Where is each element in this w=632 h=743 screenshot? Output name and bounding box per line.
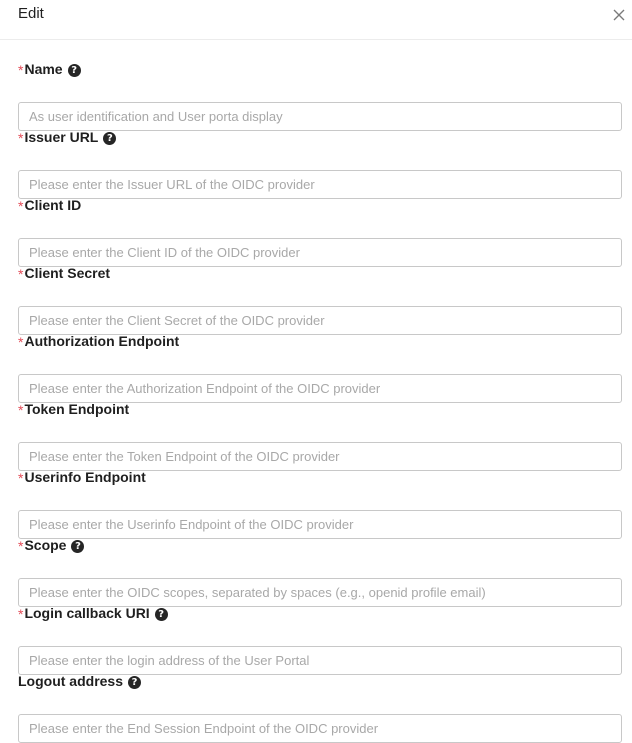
required-marker: * xyxy=(18,198,24,214)
question-circle-icon[interactable] xyxy=(67,63,81,77)
close-icon[interactable] xyxy=(610,6,628,24)
issuer-url-input[interactable] xyxy=(18,170,622,199)
field-label: Login callback URI xyxy=(24,605,150,621)
field-login-callback-uri: * Login callback URI xyxy=(0,604,632,675)
required-marker: * xyxy=(18,130,24,146)
authorization-endpoint-input[interactable] xyxy=(18,374,622,403)
question-circle-icon[interactable] xyxy=(128,675,142,689)
logout-address-input[interactable] xyxy=(18,714,622,743)
field-label: Scope xyxy=(24,537,67,553)
login-callback-uri-input[interactable] xyxy=(18,646,622,675)
field-label: Authorization Endpoint xyxy=(24,333,180,349)
required-marker: * xyxy=(18,606,24,622)
scope-input[interactable] xyxy=(18,578,622,607)
field-label: Client Secret xyxy=(24,265,111,281)
required-marker: * xyxy=(18,334,24,350)
dialog-title: Edit xyxy=(18,5,44,22)
dialog-header: Edit xyxy=(0,0,632,40)
question-circle-icon[interactable] xyxy=(71,539,85,553)
required-marker: * xyxy=(18,402,24,418)
required-marker: * xyxy=(18,538,24,554)
field-authorization-endpoint: * Authorization Endpoint xyxy=(0,332,632,403)
field-issuer-url: * Issuer URL xyxy=(0,128,632,199)
field-label: Issuer URL xyxy=(24,129,99,145)
field-label: Token Endpoint xyxy=(24,401,130,417)
field-label: Name xyxy=(24,61,63,77)
required-marker: * xyxy=(18,470,24,486)
field-client-id: * Client ID xyxy=(0,196,632,267)
edit-dialog: Edit * Name * Issuer URL xyxy=(0,0,632,743)
field-token-endpoint: * Token Endpoint xyxy=(0,400,632,471)
required-marker: * xyxy=(18,62,24,78)
token-endpoint-input[interactable] xyxy=(18,442,622,471)
field-userinfo-endpoint: * Userinfo Endpoint xyxy=(0,468,632,539)
field-client-secret: * Client Secret xyxy=(0,264,632,335)
question-circle-icon[interactable] xyxy=(154,607,168,621)
field-logout-address: Logout address xyxy=(0,672,632,743)
field-label: Userinfo Endpoint xyxy=(24,469,146,485)
required-marker: * xyxy=(18,266,24,282)
field-label: Logout address xyxy=(18,673,124,689)
userinfo-endpoint-input[interactable] xyxy=(18,510,622,539)
client-secret-input[interactable] xyxy=(18,306,622,335)
name-input[interactable] xyxy=(18,102,622,131)
field-label: Client ID xyxy=(24,197,82,213)
question-circle-icon[interactable] xyxy=(103,131,117,145)
client-id-input[interactable] xyxy=(18,238,622,267)
field-name: * Name xyxy=(0,60,632,131)
field-scope: * Scope xyxy=(0,536,632,607)
